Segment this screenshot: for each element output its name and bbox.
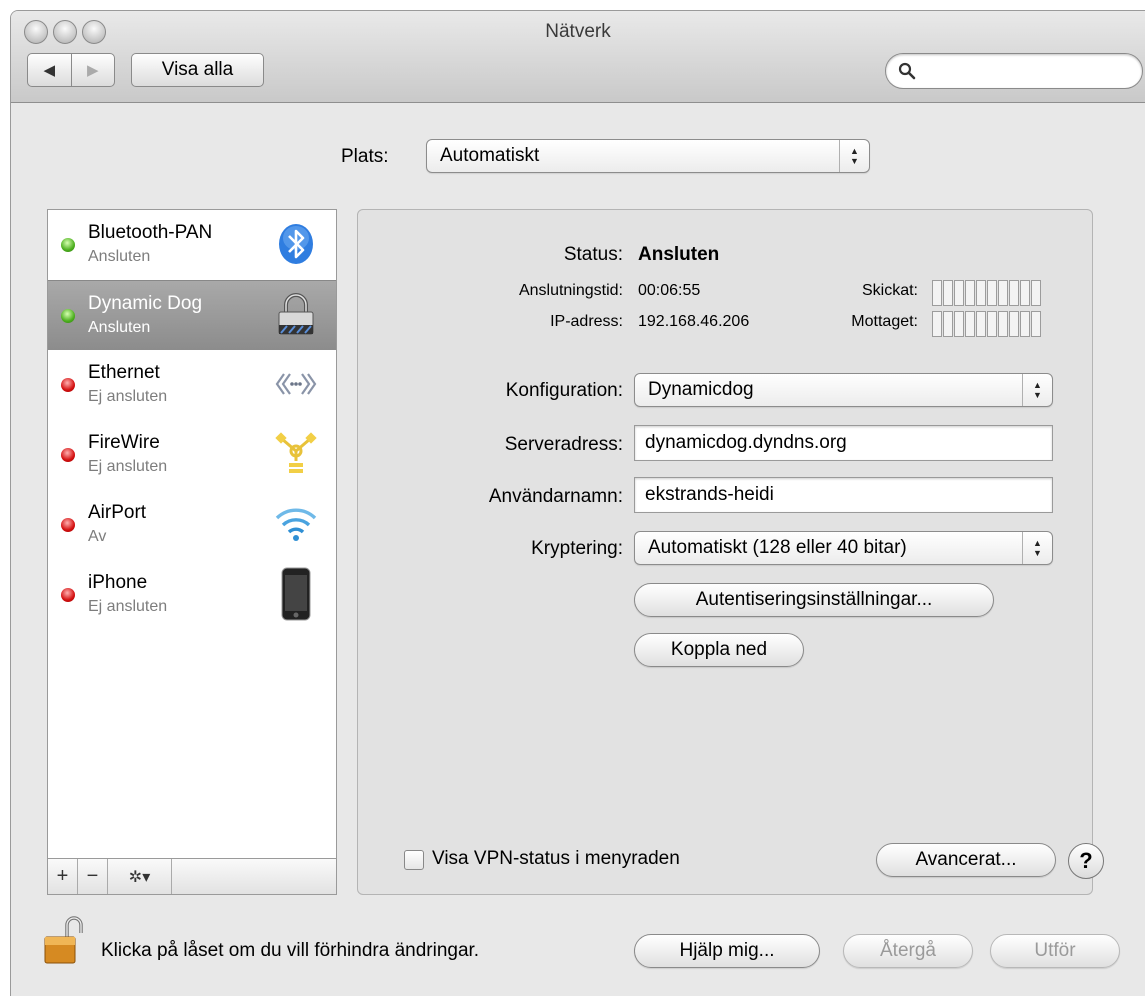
lock-icon[interactable] [43,915,83,967]
status-label: Status: [563,244,623,265]
show-all-button[interactable]: Visa alla [131,53,264,87]
service-name: Ethernet [88,362,160,383]
network-preferences-window: Nätverk ◀ ▶ Visa alla Plats: Automatiskt… [10,10,1145,996]
firewire-icon [274,430,318,478]
remove-service-button[interactable]: − [78,859,108,894]
popup-arrows-icon: ▲ ▼ [1022,374,1052,406]
connection-time-label: Anslutningstid: [518,282,623,299]
search-field[interactable] [885,53,1143,89]
service-item-firewire[interactable]: FireWire Ej ansluten [48,420,336,490]
back-forward-buttons: ◀ ▶ [27,53,115,87]
service-name: Bluetooth-PAN [88,222,213,243]
service-detail-panel: Status: Ansluten Anslutningstid: 00:06:5… [357,209,1104,895]
ethernet-icon [274,360,318,408]
service-item-ethernet[interactable]: Ethernet Ej ansluten [48,350,336,420]
received-label: Mottaget: [851,313,918,330]
service-name: iPhone [88,572,148,593]
service-item-dynamic-dog[interactable]: Dynamic Dog Ansluten [48,280,336,350]
iphone-icon [274,566,318,622]
title-bar: Nätverk ◀ ▶ Visa alla [11,11,1145,103]
popup-arrows-icon: ▲ ▼ [1022,532,1052,564]
location-value: Automatiskt [440,145,540,166]
apply-button[interactable]: Utför [990,934,1120,968]
lock-message: Klicka på låset om du vill förhindra änd… [101,940,480,961]
popup-arrows-icon: ▲ ▼ [839,140,869,172]
assist-me-button[interactable]: Hjälp mig... [634,934,820,968]
status-dot-red-icon [61,588,75,602]
revert-button[interactable]: Återgå [843,934,973,968]
service-status: Ansluten [88,319,151,336]
service-status: Ej ansluten [88,388,168,405]
back-arrow-icon[interactable]: ◀ [28,54,71,86]
service-item-bluetooth-pan[interactable]: Bluetooth-PAN Ansluten [48,210,336,280]
advanced-button[interactable]: Avancerat... [876,843,1056,877]
configuration-popup[interactable]: Dynamicdog ▲ ▼ [634,373,1053,407]
service-list: Bluetooth-PAN Ansluten Dynamic Dog Anslu… [47,209,337,895]
vpn-status-checkbox-label: Visa VPN-status i menyraden [432,848,680,869]
ip-address-value: 192.168.46.206 [638,313,750,330]
status-value: Ansluten [638,244,720,265]
airport-wifi-icon [274,500,318,548]
bluetooth-icon [274,220,318,268]
service-name: FireWire [88,432,160,453]
encryption-popup[interactable]: Automatiskt (128 eller 40 bitar) ▲ ▼ [634,531,1053,565]
service-status: Av [88,528,107,545]
status-dot-green-icon [61,238,75,252]
gear-icon[interactable]: ✲▾ [108,859,172,894]
status-dot-red-icon [61,518,75,532]
window-title: Nätverk [545,21,611,42]
configuration-value: Dynamicdog [648,379,754,400]
username-label: Användarnamn: [488,486,623,507]
vpn-lock-icon [274,291,318,339]
status-dot-red-icon [61,448,75,462]
connection-time-value: 00:06:55 [638,282,701,299]
ip-address-label: IP-adress: [550,313,623,330]
forward-arrow-icon[interactable]: ▶ [70,54,115,86]
username-field[interactable]: ekstrands-heidi [634,477,1053,513]
add-service-button[interactable]: + [48,859,78,894]
service-list-toolbar: + − ✲▾ [48,858,336,894]
status-dot-green-icon [61,309,75,323]
service-status: Ansluten [88,248,151,265]
sent-meter [932,280,1041,306]
encryption-value: Automatiskt (128 eller 40 bitar) [648,537,907,558]
service-item-iphone[interactable]: iPhone Ej ansluten [48,560,336,630]
server-address-field[interactable]: dynamicdog.dyndns.org [634,425,1053,461]
received-meter [932,311,1041,337]
configuration-label: Konfiguration: [505,380,623,401]
server-address-label: Serveradress: [504,434,623,455]
service-status: Ej ansluten [88,598,168,615]
service-status: Ej ansluten [88,458,168,475]
search-icon [898,62,916,80]
authentication-settings-button[interactable]: Autentiseringsinställningar... [634,583,994,617]
disconnect-button[interactable]: Koppla ned [634,633,804,667]
service-name: Dynamic Dog [88,293,203,314]
vpn-status-checkbox[interactable] [404,850,424,870]
encryption-label: Kryptering: [531,538,623,559]
service-name: AirPort [88,502,147,523]
sent-label: Skickat: [861,282,918,299]
help-button[interactable]: ? [1068,843,1104,879]
status-dot-red-icon [61,378,75,392]
location-label: Plats: [341,146,389,167]
service-item-airport[interactable]: AirPort Av [48,490,336,560]
location-popup[interactable]: Automatiskt ▲ ▼ [426,139,870,173]
